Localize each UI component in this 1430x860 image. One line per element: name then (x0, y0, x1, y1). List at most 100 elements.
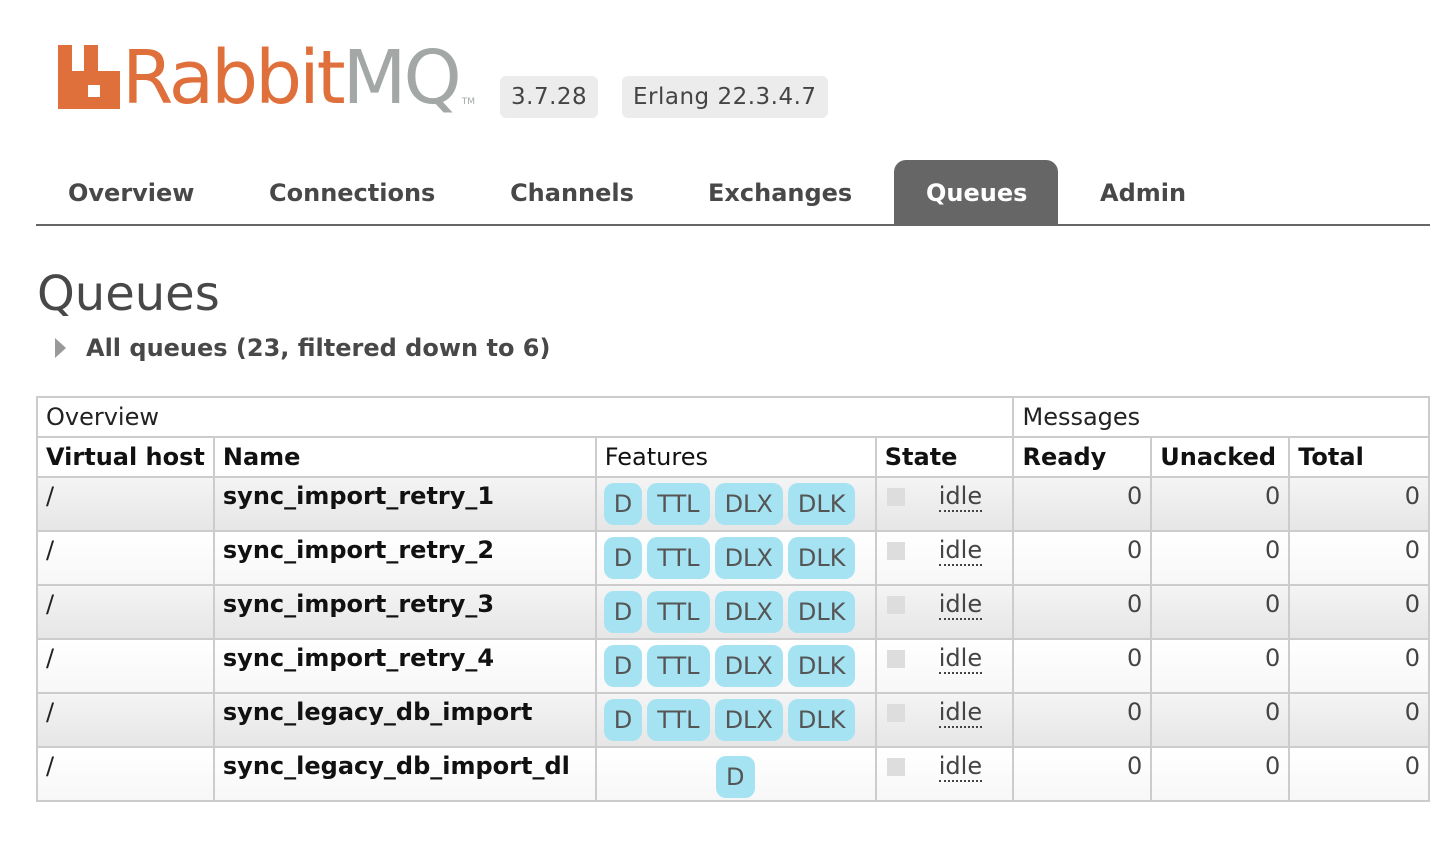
table-row: / sync_legacy_db_import_dl D idle 0 0 0 (36, 746, 1430, 802)
queue-name-link[interactable]: sync_import_retry_3 (212, 584, 597, 640)
table-row: / sync_import_retry_3 D TTL DLX DLK idle 0 … (36, 584, 1430, 640)
unacked-count: 0 (1150, 476, 1291, 532)
queues-table: Overview Messages Virtual host Name Feat… (35, 396, 1430, 802)
table-row: / sync_import_retry_2 D TTL DLX DLK idle 0 … (36, 530, 1430, 586)
tab-overview[interactable]: Overview (36, 160, 226, 224)
all-queues-toggle[interactable]: All queues (23, filtered down to 6) (55, 330, 550, 366)
state-label[interactable]: idle (938, 644, 983, 674)
main-nav-tabs: Overview Connections Channels Exchanges … (36, 160, 1430, 226)
logo-mq-text: MQ (342, 35, 462, 121)
column-header-features: Features (594, 436, 877, 478)
feature-badge-ttl[interactable]: TTL (647, 483, 710, 525)
feature-badge-durable[interactable]: D (603, 591, 643, 633)
feature-badge-durable[interactable]: D (603, 483, 643, 525)
column-header-virtual-host[interactable]: Virtual host (36, 436, 215, 478)
vhost-cell: / (36, 638, 215, 694)
total-count: 0 (1288, 476, 1430, 532)
queue-name-link[interactable]: sync_legacy_db_import_dl (212, 746, 597, 802)
feature-badge-ttl[interactable]: TTL (647, 645, 710, 687)
unacked-count: 0 (1150, 530, 1291, 586)
logo-rabbit-text: Rabbit (122, 35, 346, 121)
feature-badge-ttl[interactable]: TTL (647, 699, 710, 741)
version-badge: 3.7.28 (500, 76, 599, 118)
state-cell: idle (874, 692, 1015, 748)
feature-badge-dlk[interactable]: DLK (787, 483, 856, 525)
total-count: 0 (1288, 584, 1430, 640)
logo-trademark: TM (461, 97, 476, 107)
feature-badge-dlx[interactable]: DLX (714, 699, 783, 741)
erlang-version-badge: Erlang 22.3.4.7 (622, 76, 828, 118)
state-label[interactable]: idle (938, 536, 983, 566)
page-title: Queues (37, 266, 220, 322)
queue-name-link[interactable]: sync_import_retry_2 (212, 530, 597, 586)
table-row: / sync_legacy_db_import D TTL DLX DLK idle … (36, 692, 1430, 748)
group-header-overview: Overview (35, 396, 1015, 438)
state-cell: idle (874, 638, 1015, 694)
feature-badge-dlx[interactable]: DLX (714, 537, 783, 579)
column-header-ready[interactable]: Ready (1012, 436, 1153, 478)
feature-badge-dlk[interactable]: DLK (787, 537, 856, 579)
features-cell: D TTL DLX DLK (594, 638, 877, 694)
state-indicator-icon (886, 758, 905, 776)
state-cell: idle (874, 476, 1015, 532)
queue-name-link[interactable]: sync_import_retry_1 (212, 476, 597, 532)
expand-triangle-icon (55, 338, 66, 358)
all-queues-label: All queues (23, filtered down to 6) (86, 334, 551, 362)
feature-badge-dlk[interactable]: DLK (787, 591, 856, 633)
unacked-count: 0 (1150, 746, 1291, 802)
total-count: 0 (1288, 692, 1430, 748)
queue-name-link[interactable]: sync_legacy_db_import (212, 692, 597, 748)
state-cell: idle (874, 584, 1015, 640)
tab-queues[interactable]: Queues (894, 160, 1058, 224)
column-header-total[interactable]: Total (1288, 436, 1430, 478)
features-cell: D TTL DLX DLK (594, 530, 877, 586)
state-indicator-icon (886, 650, 905, 668)
tab-exchanges[interactable]: Exchanges (676, 160, 882, 224)
feature-badge-durable[interactable]: D (603, 699, 643, 741)
state-cell: idle (874, 746, 1015, 802)
ready-count: 0 (1012, 476, 1153, 532)
tab-channels[interactable]: Channels (477, 160, 667, 224)
features-cell: D TTL DLX DLK (594, 692, 877, 748)
state-label[interactable]: idle (938, 590, 983, 620)
vhost-cell: / (36, 530, 215, 586)
vhost-cell: / (36, 476, 215, 532)
table-row: / sync_import_retry_1 D TTL DLX DLK idle 0 … (36, 476, 1430, 532)
column-header-name[interactable]: Name (212, 436, 597, 478)
feature-badge-ttl[interactable]: TTL (647, 591, 710, 633)
tab-connections[interactable]: Connections (237, 160, 467, 224)
queue-name-link[interactable]: sync_import_retry_4 (212, 638, 597, 694)
state-label[interactable]: idle (938, 482, 983, 512)
state-indicator-icon (886, 704, 905, 722)
feature-badge-dlx[interactable]: DLX (714, 645, 783, 687)
vhost-cell: / (36, 692, 215, 748)
rabbitmq-logo: Rabbit MQ TM (58, 40, 475, 115)
vhost-cell: / (36, 584, 215, 640)
feature-badge-dlx[interactable]: DLX (714, 591, 783, 633)
vhost-cell: / (36, 746, 215, 802)
ready-count: 0 (1012, 530, 1153, 586)
state-label[interactable]: idle (938, 698, 983, 728)
tab-admin[interactable]: Admin (1068, 160, 1218, 224)
state-label[interactable]: idle (938, 752, 983, 782)
state-indicator-icon (886, 488, 905, 506)
column-header-unacked[interactable]: Unacked (1150, 436, 1291, 478)
rabbitmq-logo-icon (58, 45, 120, 109)
total-count: 0 (1288, 530, 1430, 586)
ready-count: 0 (1012, 746, 1153, 802)
state-indicator-icon (886, 596, 905, 614)
feature-badge-dlk[interactable]: DLK (787, 645, 856, 687)
feature-badge-ttl[interactable]: TTL (647, 537, 710, 579)
feature-badge-durable[interactable]: D (603, 537, 643, 579)
ready-count: 0 (1012, 584, 1153, 640)
ready-count: 0 (1012, 638, 1153, 694)
group-header-messages: Messages (1012, 396, 1430, 438)
feature-badge-durable[interactable]: D (716, 756, 755, 798)
column-header-state[interactable]: State (874, 436, 1015, 478)
feature-badge-durable[interactable]: D (603, 645, 643, 687)
feature-badge-dlx[interactable]: DLX (714, 483, 783, 525)
unacked-count: 0 (1150, 692, 1291, 748)
features-cell: D TTL DLX DLK (594, 476, 877, 532)
state-cell: idle (874, 530, 1015, 586)
feature-badge-dlk[interactable]: DLK (787, 699, 856, 741)
